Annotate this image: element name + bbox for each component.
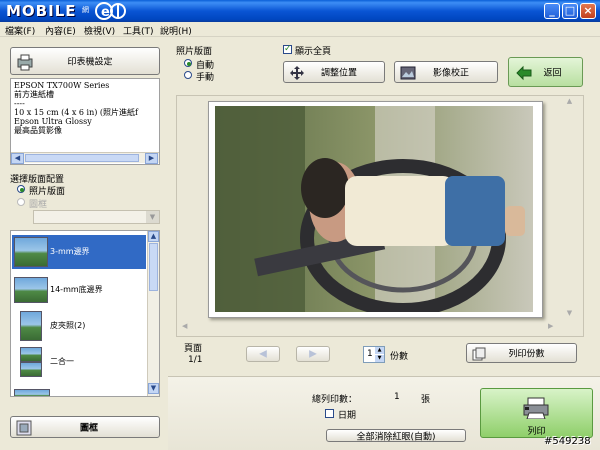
list-item[interactable]: 皮夾照(2) xyxy=(12,309,147,343)
red-eye-label: 全部消除紅眼(自動) xyxy=(356,432,436,442)
layout-item-label: 二合一 xyxy=(50,357,74,366)
menu-file[interactable]: 檔案(F) xyxy=(5,24,35,37)
back-button[interactable]: 返回 xyxy=(508,57,583,87)
photo-preview[interactable] xyxy=(215,106,533,312)
list-item[interactable]: 二合一 xyxy=(12,345,147,379)
layout-thumb xyxy=(14,277,48,303)
date-checkbox[interactable] xyxy=(325,409,334,418)
orientation-label: 照片版面 xyxy=(176,47,213,57)
adjust-position-button[interactable]: 調整位置 xyxy=(283,61,385,83)
layout-radio-frame[interactable] xyxy=(17,198,25,206)
scroll-down-icon[interactable]: ▼ xyxy=(563,309,576,320)
layout-thumb xyxy=(14,237,48,267)
watermark-text: #549238 xyxy=(544,436,591,447)
orientation-manual-label[interactable]: 手動 xyxy=(196,70,214,83)
scroll-left-icon[interactable]: ◀ xyxy=(182,322,187,330)
menu-help[interactable]: 說明(H) xyxy=(160,24,192,37)
print-copies-label: 列印份數 xyxy=(508,349,545,360)
scroll-thumb[interactable] xyxy=(149,243,158,291)
layout-item-label: 14-mm底邊界 xyxy=(50,285,103,294)
layout-thumb xyxy=(14,389,50,396)
minimize-icon: _ xyxy=(549,4,555,17)
date-label[interactable]: 日期 xyxy=(338,408,356,421)
copies-input[interactable]: 1 ▲ ▼ xyxy=(363,346,385,363)
layout-radio-photo-label[interactable]: 照片版面 xyxy=(29,184,65,197)
scroll-down-icon[interactable]: ▼ xyxy=(148,383,159,394)
image-correct-button[interactable]: 影像校正 xyxy=(394,61,498,83)
adjust-position-label: 調整位置 xyxy=(320,68,357,79)
copies-label: 份數 xyxy=(390,352,409,362)
show-all-checkbox[interactable]: ✓ xyxy=(283,44,292,54)
copies-down-icon[interactable]: ▼ xyxy=(375,355,384,362)
preview-hscrollbar[interactable]: ◀ ▶ xyxy=(180,322,560,334)
next-arrow-icon: ▶ xyxy=(309,348,317,360)
copies-up-icon[interactable]: ▲ xyxy=(375,347,384,354)
printer-info-line: EPSON TX700W Series xyxy=(14,81,110,90)
preview-vscrollbar[interactable]: ▲ ▼ xyxy=(563,97,576,335)
checkmark-icon: ✓ xyxy=(284,44,292,54)
layout-item-label: 3-mm邊界 xyxy=(50,247,90,256)
menu-edit[interactable]: 內容(E) xyxy=(45,24,76,37)
app-logo: MOBILE xyxy=(6,2,77,20)
copies-value: 1 xyxy=(367,349,373,359)
scroll-up-icon[interactable]: ▲ xyxy=(563,97,576,108)
layout-radio-photo[interactable] xyxy=(17,185,25,193)
printer-info-line: 最高品質影像 xyxy=(14,126,62,135)
printer-info-line: Epson Ultra Glossy xyxy=(14,117,92,126)
print-button[interactable]: 列印 xyxy=(480,388,593,438)
chevron-down-icon[interactable]: ▼ xyxy=(146,211,159,223)
show-all-label[interactable]: 顯示全頁 xyxy=(295,44,331,57)
layout-list[interactable]: 3-mm邊界 14-mm底邊界 皮夾照(2) 二合一 ▲ ▼ xyxy=(10,230,160,397)
printer-settings-button[interactable]: 印表機設定 xyxy=(10,47,160,75)
next-page-button[interactable]: ▶ xyxy=(296,346,330,362)
svg-text:e: e xyxy=(101,5,110,20)
page-label: 頁面 xyxy=(184,344,203,354)
menu-tools[interactable]: 工具(T) xyxy=(123,24,154,37)
printer-icon xyxy=(523,397,549,419)
menu-view[interactable]: 檢視(V) xyxy=(84,24,115,37)
printer-settings-label: 印表機設定 xyxy=(67,57,113,68)
scroll-left-icon[interactable]: ◀ xyxy=(11,153,24,164)
maximize-button[interactable]: □ xyxy=(562,3,578,19)
layout-item-label: 皮夾照(2) xyxy=(50,321,86,330)
layout-thumb xyxy=(20,347,42,362)
image-correct-label: 影像校正 xyxy=(432,68,469,79)
layout-thumb xyxy=(20,362,42,377)
printer-info-line: 10 x 15 cm (4 x 6 in) (照片進紙f xyxy=(14,108,139,117)
frame-button[interactable]: 圖框 xyxy=(10,416,160,438)
frame-button-label: 圖框 xyxy=(79,423,98,434)
printer-info-hscrollbar[interactable]: ◀ ▶ xyxy=(11,152,159,164)
layout-item-selected[interactable]: 3-mm邊界 xyxy=(12,235,146,269)
back-label: 返回 xyxy=(543,68,562,79)
maximize-icon: □ xyxy=(564,4,576,17)
red-eye-button[interactable]: 全部消除紅眼(自動) xyxy=(326,429,466,442)
printer-info-line: ---- xyxy=(14,99,25,108)
scroll-right-icon[interactable]: ▶ xyxy=(548,322,553,330)
scroll-right-icon[interactable]: ▶ xyxy=(145,153,158,164)
orientation-radio-manual[interactable] xyxy=(184,71,192,79)
print-copies-button[interactable]: 列印份數 xyxy=(466,343,577,363)
prev-arrow-icon: ◀ xyxy=(259,348,267,360)
layout-radio-frame-label[interactable]: 圖框 xyxy=(29,197,47,210)
total-unit: 張 xyxy=(421,395,431,405)
prev-page-button[interactable]: ◀ xyxy=(246,346,280,362)
scroll-thumb[interactable] xyxy=(25,154,139,162)
logo-badge: 網 xyxy=(82,6,89,14)
scroll-up-icon[interactable]: ▲ xyxy=(148,231,159,242)
orientation-radio-auto[interactable] xyxy=(184,59,192,67)
app-logo-icon: e xyxy=(95,2,126,20)
page-value: 1/1 xyxy=(188,355,203,365)
layout-thumb xyxy=(20,311,42,341)
total-value: 1 xyxy=(394,392,400,402)
total-label: 總列印數： xyxy=(312,395,358,405)
printer-info-line: 前方進紙槽 xyxy=(14,90,54,99)
list-item[interactable]: 14-mm底邊界 xyxy=(12,273,147,307)
close-icon: × xyxy=(583,4,593,17)
layout-list-vscrollbar[interactable]: ▲ ▼ xyxy=(147,231,159,396)
close-button[interactable]: × xyxy=(580,3,596,19)
frame-dropdown[interactable]: ▼ xyxy=(33,210,160,224)
minimize-button[interactable]: _ xyxy=(544,3,560,19)
